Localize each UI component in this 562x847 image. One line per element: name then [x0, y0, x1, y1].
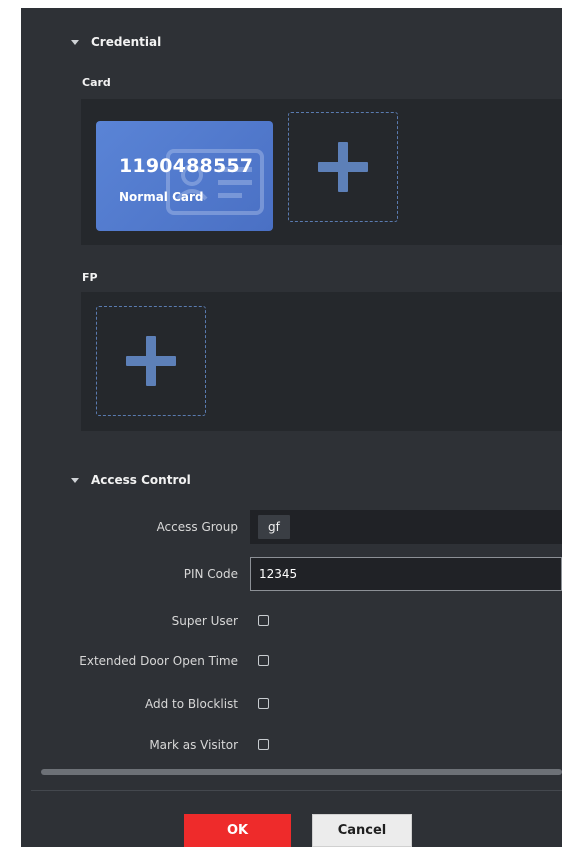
- caret-down-icon: [71, 477, 79, 483]
- mark-as-visitor-checkbox[interactable]: [258, 739, 269, 750]
- mark-as-visitor-label: Mark as Visitor: [149, 738, 238, 752]
- card-type: Normal Card: [119, 190, 204, 204]
- super-user-row: Super User: [21, 604, 562, 638]
- ok-button[interactable]: OK: [184, 814, 291, 847]
- fp-label: FP: [82, 271, 98, 284]
- add-to-blocklist-checkbox[interactable]: [258, 698, 269, 709]
- caret-down-icon: [71, 39, 79, 45]
- mark-as-visitor-row: Mark as Visitor: [21, 728, 562, 762]
- extended-door-open-time-row: Extended Door Open Time: [21, 644, 562, 678]
- pin-code-input[interactable]: [250, 557, 562, 591]
- footer-divider: [31, 790, 562, 791]
- credential-section-header[interactable]: Credential: [71, 35, 161, 49]
- card-number: 1190488557: [119, 155, 254, 177]
- extended-door-open-time-checkbox[interactable]: [258, 655, 269, 666]
- add-card-button[interactable]: [288, 112, 398, 222]
- card-item[interactable]: 1190488557 Normal Card: [96, 121, 273, 231]
- card-label: Card: [82, 76, 111, 89]
- horizontal-scrollbar[interactable]: [41, 769, 562, 775]
- extended-door-open-time-label: Extended Door Open Time: [79, 654, 238, 668]
- access-control-section-title: Access Control: [91, 473, 191, 487]
- person-edit-panel: Credential Card 1190488557 Normal Card F…: [21, 8, 562, 847]
- access-group-row: Access Group gf: [21, 510, 562, 544]
- super-user-label: Super User: [171, 614, 238, 628]
- pin-code-row: PIN Code: [21, 557, 562, 591]
- cancel-button[interactable]: Cancel: [312, 814, 412, 847]
- add-fingerprint-button[interactable]: [96, 306, 206, 416]
- add-to-blocklist-row: Add to Blocklist: [21, 687, 562, 721]
- plus-icon: [126, 336, 176, 386]
- credential-section-title: Credential: [91, 35, 162, 49]
- access-control-section-header[interactable]: Access Control: [71, 473, 191, 487]
- add-to-blocklist-label: Add to Blocklist: [145, 697, 238, 711]
- pin-code-label: PIN Code: [183, 567, 238, 581]
- access-group-field[interactable]: gf: [250, 510, 562, 544]
- super-user-checkbox[interactable]: [258, 615, 269, 626]
- access-group-label: Access Group: [156, 520, 238, 534]
- access-group-chip[interactable]: gf: [258, 515, 290, 539]
- plus-icon: [318, 142, 368, 192]
